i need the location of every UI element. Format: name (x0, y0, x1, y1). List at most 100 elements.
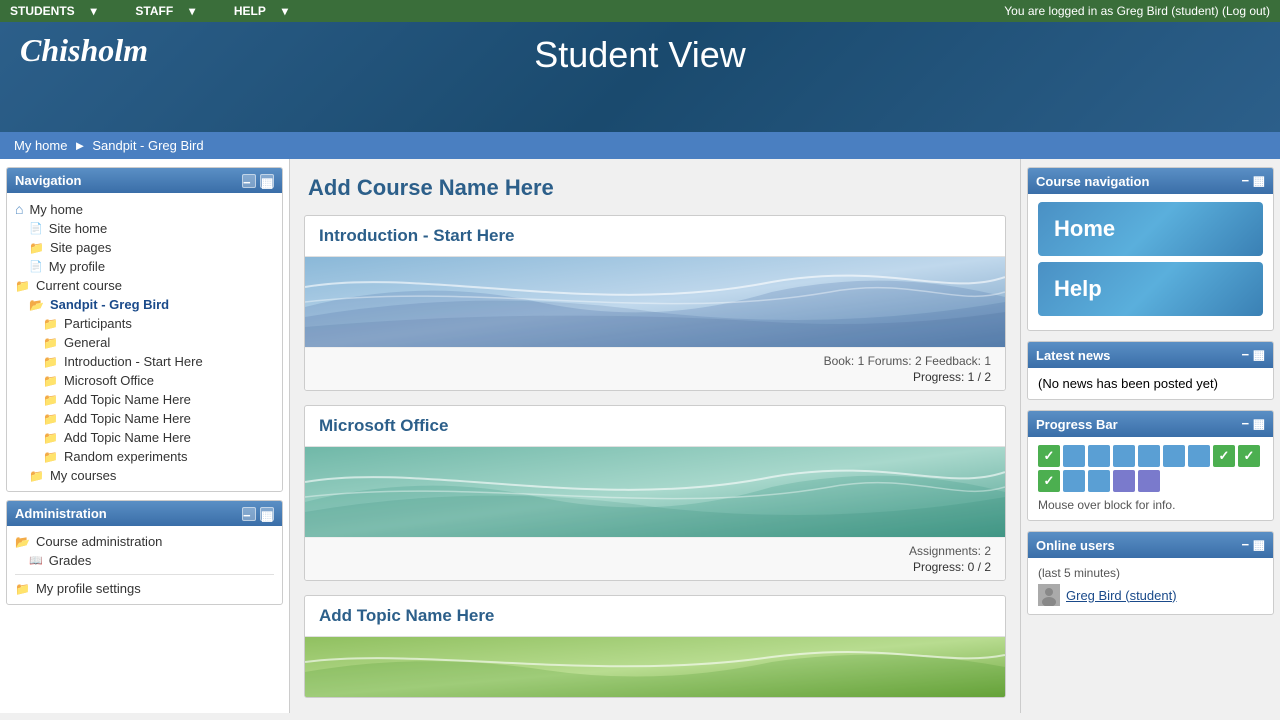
nav-item-myhome-label: My home (29, 202, 82, 217)
latest-news-config-btn[interactable]: ▦ (1253, 347, 1265, 362)
course-nav-help-button[interactable]: Help (1038, 262, 1263, 316)
nav-item-introduction[interactable]: 📁 Introduction - Start Here (15, 352, 274, 371)
topic-card-1-header[interactable]: Introduction - Start Here (305, 216, 1005, 257)
topic-card-3-banner (305, 637, 1005, 697)
navigation-collapse-btn[interactable]: − (242, 174, 256, 188)
course-nav-config-btn[interactable]: ▦ (1253, 173, 1265, 188)
pb-block-11[interactable] (1088, 470, 1110, 492)
progress-bar-container: ✓ ✓ ✓ ✓ (1038, 445, 1263, 492)
nav-item-general[interactable]: 📁 General (15, 333, 274, 352)
online-users-block: Online users − ▦ (last 5 minutes) (1027, 531, 1274, 615)
latest-news-header: Latest news − ▦ (1028, 342, 1273, 368)
administration-block-header: Administration − ▦ (7, 501, 282, 526)
folder-icon-4: 📁 (43, 336, 58, 350)
help-menu[interactable]: HELP (234, 4, 266, 18)
pb-block-8[interactable]: ✓ (1238, 445, 1260, 467)
online-users-subtitle: (last 5 minutes) (1038, 566, 1263, 580)
nav-item-random-label: Random experiments (64, 449, 188, 464)
course-nav-collapse-btn[interactable]: − (1241, 173, 1249, 188)
progress-bar-hint: Mouse over block for info. (1038, 498, 1263, 512)
nav-item-msoffice[interactable]: 📁 Microsoft Office (15, 371, 274, 390)
nav-item-random[interactable]: 📁 Random experiments (15, 447, 274, 466)
nav-item-profilesettings[interactable]: 📁 My profile settings (15, 579, 274, 598)
pb-block-3[interactable] (1113, 445, 1135, 467)
nav-item-courseadmin-label: Course administration (36, 534, 162, 549)
latest-news-block: Latest news − ▦ (No news has been posted… (1027, 341, 1274, 400)
nav-item-grades[interactable]: 📖 Grades (15, 551, 274, 570)
online-user-0-name[interactable]: Greg Bird (student) (1066, 588, 1177, 603)
nav-item-currentcourse[interactable]: 📁 Current course (15, 276, 274, 295)
nav-item-myprofile-label: My profile (49, 259, 105, 274)
pb-block-9[interactable]: ✓ (1038, 470, 1060, 492)
topic-card-3: Add Topic Name Here (304, 595, 1006, 698)
course-navigation-title: Course navigation (1036, 174, 1149, 189)
folder-icon-12: 📁 (15, 582, 30, 596)
students-dropdown-icon: ▾ (91, 4, 97, 18)
progress-bar-header: Progress Bar − ▦ (1028, 411, 1273, 437)
nav-item-sandpit[interactable]: 📂 Sandpit - Greg Bird (15, 295, 274, 314)
top-bar: STUDENTS ▾ STAFF ▾ HELP ▾ You are logged… (0, 0, 1280, 22)
user-avatar-svg (1038, 584, 1060, 606)
administration-block: Administration − ▦ 📂 Course administrati… (6, 500, 283, 605)
admin-collapse-btn[interactable]: − (242, 507, 256, 521)
online-users-header: Online users − ▦ (1028, 532, 1273, 558)
header-banner: Chisholm Student View (0, 22, 1280, 132)
nav-item-myprofile[interactable]: 📄 My profile (15, 257, 274, 276)
student-view-title: Student View (534, 34, 745, 76)
administration-block-title: Administration (15, 506, 107, 521)
pb-block-6[interactable] (1188, 445, 1210, 467)
latest-news-text: (No news has been posted yet) (1038, 376, 1218, 391)
course-navigation-content: Home Help (1028, 194, 1273, 330)
topic-card-1-footer: Book: 1 Forums: 2 Feedback: 1 Progress: … (305, 347, 1005, 390)
topic-card-3-header[interactable]: Add Topic Name Here (305, 596, 1005, 637)
course-nav-home-button[interactable]: Home (1038, 202, 1263, 256)
help-dropdown-icon: ▾ (282, 4, 288, 18)
breadcrumb-home-link[interactable]: My home (14, 138, 67, 153)
main-layout: Navigation − ▦ ⌂ My home 📄 Site home 📁 S (0, 159, 1280, 713)
topic-card-2-stats: Assignments: 2 (319, 544, 991, 558)
nav-item-participants[interactable]: 📁 Participants (15, 314, 274, 333)
nav-item-sitehome[interactable]: 📄 Site home (15, 219, 274, 238)
nav-item-topic1[interactable]: 📁 Add Topic Name Here (15, 390, 274, 409)
folder-open-icon-2: 📂 (15, 535, 30, 549)
online-users-title: Online users (1036, 538, 1115, 553)
online-users-config-btn[interactable]: ▦ (1253, 537, 1265, 552)
pb-block-7[interactable]: ✓ (1213, 445, 1235, 467)
administration-block-controls: − ▦ (242, 507, 274, 521)
pb-block-10[interactable] (1063, 470, 1085, 492)
folder-open-icon: 📂 (29, 298, 44, 312)
latest-news-controls: − ▦ (1241, 347, 1265, 363)
pb-block-13[interactable] (1138, 470, 1160, 492)
topic-card-2-banner (305, 447, 1005, 537)
students-menu[interactable]: STUDENTS (10, 4, 75, 18)
topic-card-2-header[interactable]: Microsoft Office (305, 406, 1005, 447)
nav-item-sitepages-label: Site pages (50, 240, 111, 255)
pb-block-2[interactable] (1088, 445, 1110, 467)
topic-card-1-progress: Progress: 1 / 2 (319, 370, 991, 384)
nav-item-myhome[interactable]: ⌂ My home (15, 199, 274, 219)
pb-block-5[interactable] (1163, 445, 1185, 467)
pb-block-1[interactable] (1063, 445, 1085, 467)
nav-item-sandpit-label: Sandpit - Greg Bird (50, 297, 169, 312)
nav-item-mycourses[interactable]: 📁 My courses (15, 466, 274, 485)
pb-block-4[interactable] (1138, 445, 1160, 467)
staff-menu[interactable]: STAFF (135, 4, 173, 18)
pb-block-12[interactable] (1113, 470, 1135, 492)
progress-bar-collapse-btn[interactable]: − (1241, 416, 1249, 431)
staff-dropdown-icon: ▾ (189, 4, 195, 18)
topic-card-1: Introduction - Start Here (304, 215, 1006, 391)
nav-item-courseadmin[interactable]: 📂 Course administration (15, 532, 274, 551)
nav-item-topic3[interactable]: 📁 Add Topic Name Here (15, 428, 274, 447)
folder-icon-6: 📁 (43, 374, 58, 388)
logo-text: Chisholm (20, 32, 148, 69)
latest-news-collapse-btn[interactable]: − (1241, 347, 1249, 362)
progress-bar-block: Progress Bar − ▦ ✓ ✓ (1027, 410, 1274, 521)
nav-item-topic2[interactable]: 📁 Add Topic Name Here (15, 409, 274, 428)
progress-bar-config-btn[interactable]: ▦ (1253, 416, 1265, 431)
nav-item-sitepages[interactable]: 📁 Site pages (15, 238, 274, 257)
online-users-collapse-btn[interactable]: − (1241, 537, 1249, 552)
admin-config-btn[interactable]: ▦ (260, 507, 274, 521)
navigation-config-btn[interactable]: ▦ (260, 174, 274, 188)
navigation-block-header: Navigation − ▦ (7, 168, 282, 193)
pb-block-0[interactable]: ✓ (1038, 445, 1060, 467)
